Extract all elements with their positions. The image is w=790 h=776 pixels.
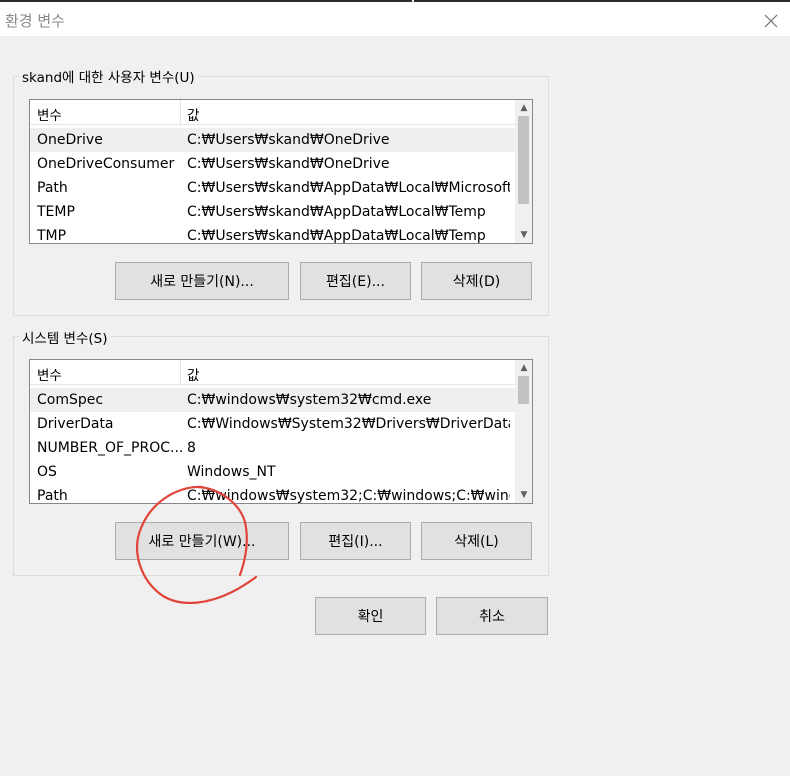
scroll-down-icon[interactable]: ▼ <box>516 487 532 503</box>
column-header-variable[interactable]: 변수 <box>37 104 62 124</box>
variable-value: C:₩windows₩system32₩cmd.exe <box>187 392 432 408</box>
vertical-scrollbar[interactable]: ▲ ▼ <box>515 360 532 503</box>
button-label: 새로 만들기(N)... <box>150 274 254 290</box>
cancel-button[interactable]: 취소 <box>436 597 548 635</box>
window-title: 환경 변수 <box>5 12 65 30</box>
user-edit-button[interactable]: 편집(E)... <box>300 262 411 300</box>
list-header: 변수 값 <box>30 100 516 125</box>
scroll-thumb[interactable] <box>518 376 529 404</box>
variable-value: Windows_NT <box>187 464 276 480</box>
variable-value: C:₩Users₩skand₩AppData₩Local₩Temp <box>187 204 486 220</box>
scroll-down-icon[interactable]: ▼ <box>516 227 532 243</box>
variable-value: C:₩windows₩system32;C:₩windows;C:₩windo.… <box>187 488 510 504</box>
user-variables-list[interactable]: 변수 값 OneDrive C:₩Users₩skand₩OneDrive On… <box>29 99 533 244</box>
button-label: 편집(I)... <box>328 534 383 550</box>
variable-value: C:₩Users₩skand₩OneDrive <box>187 132 390 148</box>
ok-button[interactable]: 확인 <box>315 597 426 635</box>
vertical-scrollbar[interactable]: ▲ ▼ <box>515 100 532 243</box>
variable-value: 8 <box>187 440 196 456</box>
scroll-up-icon[interactable]: ▲ <box>516 360 532 376</box>
variable-value: C:₩Users₩skand₩AppData₩Local₩Microsoft₩.… <box>187 180 510 196</box>
scroll-up-icon[interactable]: ▲ <box>516 100 532 116</box>
variable-value: C:₩Users₩skand₩OneDrive <box>187 156 390 172</box>
table-row[interactable]: DriverData C:₩Windows₩System32₩Drivers₩D… <box>30 412 516 436</box>
button-label: 삭제(L) <box>454 534 499 550</box>
variable-value: C:₩Windows₩System32₩Drivers₩DriverData <box>187 416 510 432</box>
table-row[interactable]: OneDriveConsumer C:₩Users₩skand₩OneDrive <box>30 152 516 176</box>
scroll-thumb[interactable] <box>518 116 529 204</box>
table-row[interactable]: Path C:₩windows₩system32;C:₩windows;C:₩w… <box>30 484 516 504</box>
user-new-button[interactable]: 새로 만들기(N)... <box>115 262 289 300</box>
button-label: 취소 <box>479 609 505 625</box>
close-icon[interactable] <box>760 10 782 32</box>
table-row[interactable]: OneDrive C:₩Users₩skand₩OneDrive <box>30 128 516 152</box>
table-row[interactable]: TMP C:₩Users₩skand₩AppData₩Local₩Temp <box>30 224 516 244</box>
button-label: 편집(E)... <box>326 274 385 290</box>
column-header-value[interactable]: 값 <box>187 364 199 384</box>
system-variables-list[interactable]: 변수 값 ComSpec C:₩windows₩system32₩cmd.exe… <box>29 359 533 504</box>
table-row[interactable]: TEMP C:₩Users₩skand₩AppData₩Local₩Temp <box>30 200 516 224</box>
variable-name: OS <box>37 464 57 480</box>
variable-name: DriverData <box>37 416 114 432</box>
user-delete-button[interactable]: 삭제(D) <box>421 262 532 300</box>
column-header-value[interactable]: 값 <box>187 104 199 124</box>
table-row[interactable]: OS Windows_NT <box>30 460 516 484</box>
button-label: 삭제(D) <box>452 274 501 290</box>
variable-name: NUMBER_OF_PROC... <box>37 440 182 456</box>
variable-name: ComSpec <box>37 392 104 408</box>
table-row[interactable]: NUMBER_OF_PROC... 8 <box>30 436 516 460</box>
variable-name: Path <box>37 488 68 504</box>
system-new-button[interactable]: 새로 만들기(W)... <box>115 522 289 560</box>
variable-name: OneDrive <box>37 132 103 148</box>
title-bar: 환경 변수 <box>0 2 790 36</box>
variable-name: TMP <box>37 228 67 244</box>
column-header-variable[interactable]: 변수 <box>37 364 62 384</box>
table-row[interactable]: ComSpec C:₩windows₩system32₩cmd.exe <box>30 388 516 412</box>
button-label: 확인 <box>357 609 384 625</box>
variable-value: C:₩Users₩skand₩AppData₩Local₩Temp <box>187 228 486 244</box>
button-label: 새로 만들기(W)... <box>148 534 256 550</box>
list-header: 변수 값 <box>30 360 516 385</box>
system-delete-button[interactable]: 삭제(L) <box>421 522 532 560</box>
user-variables-label: skand에 대한 사용자 변수(U) <box>19 66 198 86</box>
variable-name: OneDriveConsumer <box>37 156 175 172</box>
system-edit-button[interactable]: 편집(I)... <box>300 522 411 560</box>
system-variables-label: 시스템 변수(S) <box>19 327 111 347</box>
table-row[interactable]: Path C:₩Users₩skand₩AppData₩Local₩Micros… <box>30 176 516 200</box>
variable-name: Path <box>37 180 68 196</box>
variable-name: TEMP <box>37 204 75 220</box>
